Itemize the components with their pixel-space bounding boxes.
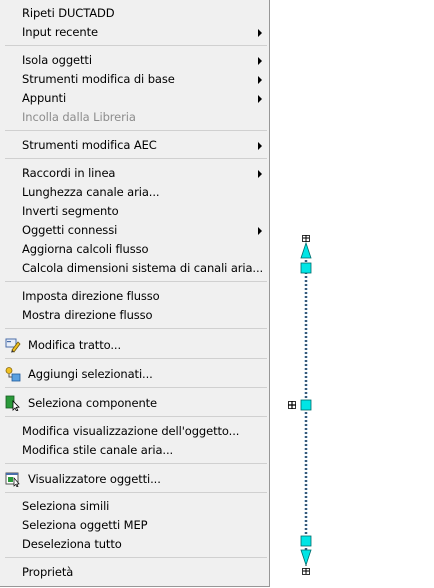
submenu-arrow-icon (258, 95, 262, 103)
add-grip-bottom[interactable] (302, 568, 310, 575)
menu-separator (5, 492, 267, 493)
menu-item-select-mep-objects[interactable]: Seleziona oggetti MEP (0, 516, 270, 535)
menu-item-properties[interactable]: Proprietà (0, 563, 270, 582)
menu-item-label: Input recente (22, 25, 98, 39)
menu-item-label: Aggiungi selezionati... (28, 367, 153, 381)
menu-item-basic-modify-tools[interactable]: Strumenti modifica di base (0, 70, 270, 89)
menu-separator (5, 557, 267, 558)
object-viewer-icon (5, 472, 20, 487)
menu-item-label: Strumenti modifica di base (22, 72, 175, 86)
submenu-arrow-icon (258, 170, 262, 178)
pencil-icon (5, 338, 21, 353)
menu-item-reverse-segment[interactable]: Inverti segmento (0, 202, 270, 221)
flow-arrow-grip-top[interactable] (300, 241, 312, 259)
menu-item-select-component[interactable]: Seleziona componente (0, 394, 270, 413)
menu-item-label: Modifica visualizzazione dell'oggetto... (22, 424, 240, 438)
menu-separator (5, 45, 267, 46)
add-grip-top[interactable] (302, 235, 310, 242)
menu-item-label: Strumenti modifica AEC (22, 138, 157, 152)
menu-separator (5, 358, 267, 359)
add-objects-icon (5, 367, 21, 382)
menu-item-label: Modifica tratto... (28, 338, 122, 352)
menu-item-select-similar[interactable]: Seleziona simili (0, 497, 270, 516)
menu-item-deselect-all[interactable]: Deseleziona tutto (0, 535, 270, 554)
menu-separator (5, 387, 267, 388)
menu-item-label: Seleziona simili (22, 499, 110, 513)
submenu-arrow-icon (258, 227, 262, 235)
menu-item-label: Mostra direzione flusso (22, 308, 153, 322)
menu-separator (5, 158, 267, 159)
menu-item-label: Visualizzatore oggetti... (28, 472, 161, 486)
select-component-icon (5, 395, 20, 411)
menu-item-show-flow-direction[interactable]: Mostra direzione flusso (0, 306, 270, 325)
menu-separator (5, 281, 267, 282)
menu-item-label: Seleziona componente (28, 396, 158, 410)
add-grip-middle[interactable] (288, 401, 296, 409)
menu-item-edit-run[interactable]: Modifica tratto... (0, 336, 270, 355)
menu-item-label: Isola oggetti (22, 53, 92, 67)
menu-item-label: Seleziona oggetti MEP (22, 518, 148, 532)
menu-item-add-selected[interactable]: Aggiungi selezionati... (0, 365, 270, 384)
menu-item-label: Appunti (22, 91, 67, 105)
menu-item-label: Incolla dalla Libreria (22, 110, 136, 124)
submenu-arrow-icon (258, 142, 262, 150)
menu-item-edit-duct-style[interactable]: Modifica stile canale aria... (0, 441, 270, 460)
menu-separator (5, 328, 267, 329)
menu-item-label: Ripeti DUCTADD (22, 6, 115, 20)
flow-arrow-grip-bottom[interactable] (300, 549, 312, 567)
menu-item-label: Raccordi in linea (22, 166, 116, 180)
menu-item-label: Oggetti connessi (22, 223, 118, 237)
menu-item-paste-from-library: Incolla dalla Libreria (0, 108, 270, 127)
menu-item-inline-fittings[interactable]: Raccordi in linea (0, 164, 270, 183)
submenu-arrow-icon (258, 29, 262, 37)
menu-item-aec-modify-tools[interactable]: Strumenti modifica AEC (0, 136, 270, 155)
menu-item-isolate-objects[interactable]: Isola oggetti (0, 51, 270, 70)
menu-separator (5, 416, 267, 417)
menu-item-label: Lunghezza canale aria... (22, 185, 160, 199)
menu-item-repeat-ductadd[interactable]: Ripeti DUCTADD (0, 4, 270, 23)
menu-item-label: Aggiorna calcoli flusso (22, 242, 149, 256)
menu-item-label: Proprietà (22, 565, 74, 579)
endpoint-grip-top[interactable] (300, 262, 312, 274)
menu-separator (5, 130, 267, 131)
menu-item-label: Imposta direzione flusso (22, 289, 160, 303)
menu-item-set-flow-direction[interactable]: Imposta direzione flusso (0, 287, 270, 306)
menu-item-clipboard[interactable]: Appunti (0, 89, 270, 108)
menu-item-label: Inverti segmento (22, 204, 119, 218)
midpoint-grip[interactable] (300, 399, 312, 411)
submenu-arrow-icon (258, 76, 262, 84)
menu-item-label: Deseleziona tutto (22, 537, 122, 551)
context-menu: Ripeti DUCTADD Input recente Isola ogget… (0, 0, 270, 587)
menu-item-recent-input[interactable]: Input recente (0, 23, 270, 42)
submenu-arrow-icon (258, 57, 262, 65)
duct-drawing (288, 235, 312, 575)
menu-item-label: Modifica stile canale aria... (22, 443, 174, 457)
menu-separator (5, 463, 267, 464)
menu-item-calculate-duct-sizes[interactable]: Calcola dimensioni sistema di canali ari… (0, 259, 270, 278)
menu-item-duct-length[interactable]: Lunghezza canale aria... (0, 183, 270, 202)
menu-item-update-flow-calcs[interactable]: Aggiorna calcoli flusso (0, 240, 270, 259)
menu-item-label: Calcola dimensioni sistema di canali ari… (22, 261, 264, 275)
endpoint-grip-bottom[interactable] (300, 535, 312, 547)
menu-item-object-viewer[interactable]: Visualizzatore oggetti... (0, 470, 270, 489)
menu-item-connected-objects[interactable]: Oggetti connessi (0, 221, 270, 240)
menu-item-edit-object-display[interactable]: Modifica visualizzazione dell'oggetto... (0, 422, 270, 441)
